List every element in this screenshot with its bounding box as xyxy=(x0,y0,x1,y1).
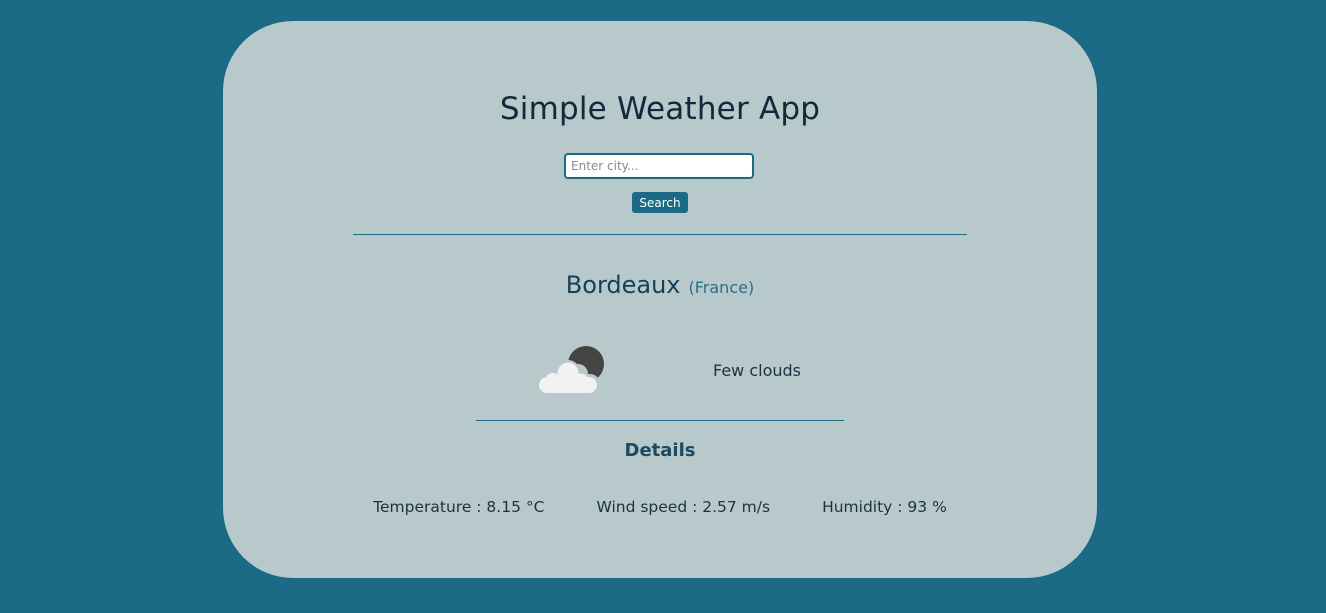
weather-description: Few clouds xyxy=(713,361,802,380)
location-heading: Bordeaux (France) xyxy=(223,271,1097,299)
middle-divider xyxy=(476,420,844,421)
country-name: (France) xyxy=(688,278,755,297)
details-heading: Details xyxy=(624,440,696,461)
page-title: Simple Weather App xyxy=(499,91,821,127)
temperature-value: Temperature : 8.15 °C xyxy=(373,498,545,516)
details-list: Temperature : 8.15 °C Wind speed : 2.57 m… xyxy=(223,498,1097,516)
city-search-input[interactable] xyxy=(564,153,754,179)
few-clouds-night-icon xyxy=(538,346,604,395)
search-button[interactable]: Search xyxy=(632,192,688,213)
weather-card: Simple Weather App Search Bordeaux (Franc… xyxy=(223,21,1097,578)
humidity-value: Humidity : 93 % xyxy=(822,498,947,516)
city-name: Bordeaux xyxy=(565,271,681,299)
wind-speed-value: Wind speed : 2.57 m/s xyxy=(596,498,771,516)
top-divider xyxy=(353,234,967,235)
